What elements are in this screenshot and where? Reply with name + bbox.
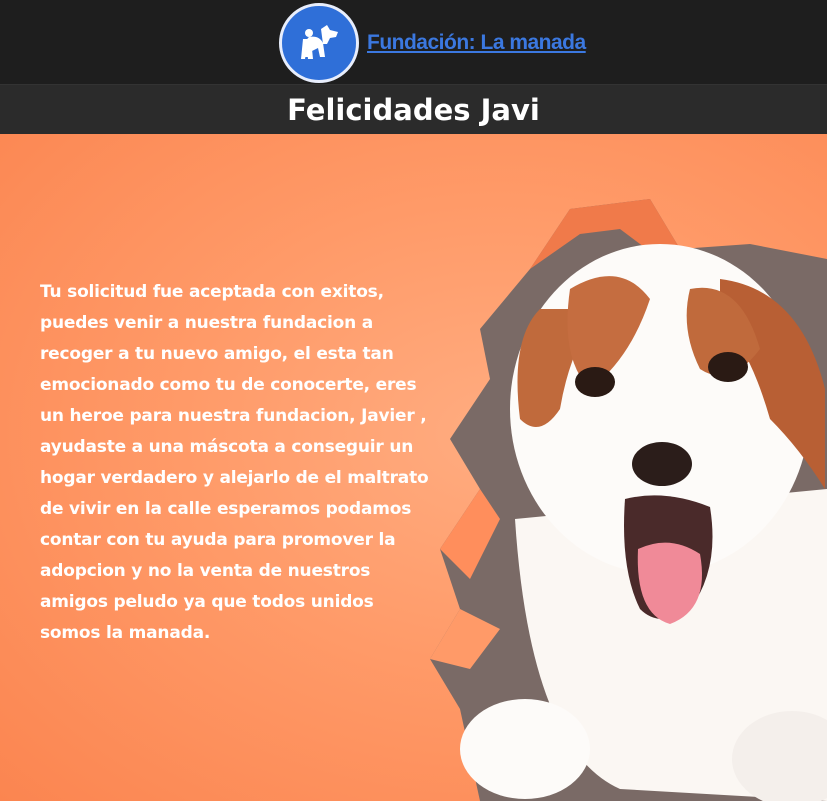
hero-section: Tu solicitud fue aceptada con exitos, pu… xyxy=(0,134,827,801)
puppy-image xyxy=(430,199,827,801)
logo-text[interactable]: Fundación: La manada xyxy=(367,31,586,55)
dog-person-icon xyxy=(279,3,359,83)
header-bar: Fundación: La manada xyxy=(0,0,827,85)
page-title: Felicidades Javi xyxy=(287,92,540,127)
logo-link[interactable]: Fundación: La manada xyxy=(279,2,586,84)
title-bar: Felicidades Javi xyxy=(0,85,827,134)
congratulation-message: Tu solicitud fue aceptada con exitos, pu… xyxy=(40,282,429,643)
